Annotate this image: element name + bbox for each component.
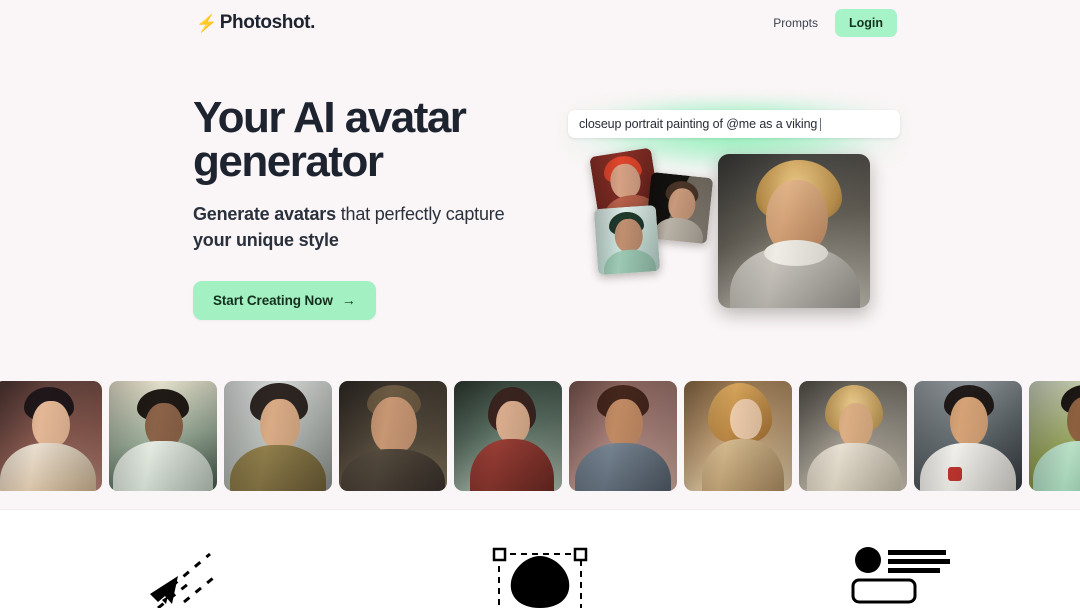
brand-logo[interactable]: ⚡ Photoshot. xyxy=(196,12,315,34)
hero-subtitle: Generate avatars that perfectly capture … xyxy=(193,201,513,254)
text-caret xyxy=(820,117,822,131)
face-art xyxy=(718,154,870,308)
prompt-input[interactable]: closeup portrait painting of @me as a vi… xyxy=(568,110,900,138)
send-plane-icon xyxy=(150,552,219,608)
login-button[interactable]: Login xyxy=(834,9,897,37)
source-photo-teal xyxy=(593,204,661,276)
cta-label: Start Creating Now xyxy=(213,292,333,308)
gallery-item-space-explorer-avatar[interactable] xyxy=(109,381,217,491)
gallery-item-athlete-portrait-avatar[interactable] xyxy=(914,381,1022,491)
brand-name: Photoshot. xyxy=(219,12,316,33)
gallery-item-golden-knight-avatar[interactable] xyxy=(799,381,907,491)
hero-copy: Your AI avatar generator Generate avatar… xyxy=(193,93,523,320)
generated-viking-portrait xyxy=(718,154,870,308)
hero-subtitle-mid: that perfectly capture xyxy=(335,204,505,225)
nav-link-prompts[interactable]: Prompts xyxy=(773,16,818,30)
gallery-item-rugged-man-avatar[interactable] xyxy=(339,381,447,491)
gallery-item-forest-mage-avatar[interactable] xyxy=(454,381,562,491)
header-nav: Prompts Login xyxy=(773,9,897,37)
page-root: ⚡ Photoshot. Prompts Login Your AI avata… xyxy=(0,0,1080,608)
section-divider xyxy=(0,509,1080,510)
profile-content-icon xyxy=(851,547,950,604)
site-header: ⚡ Photoshot. Prompts Login xyxy=(0,0,1080,46)
feature-item-content xyxy=(720,510,1080,608)
page-title: Your AI avatar generator xyxy=(193,93,467,186)
arrow-right-icon: → xyxy=(341,292,356,309)
gallery-item-scholar-glasses-avatar[interactable] xyxy=(569,381,677,491)
gallery-item-portrait-woman-avatar[interactable] xyxy=(224,381,332,491)
shape-selection-icon xyxy=(492,547,588,608)
gallery-item-elven-queen-avatar[interactable] xyxy=(684,381,792,491)
face-art xyxy=(593,204,661,276)
avatar-gallery-strip xyxy=(0,381,1080,491)
feature-item-shape xyxy=(360,510,720,608)
prompt-input-value: closeup portrait painting of @me as a vi… xyxy=(579,117,818,131)
bolt-icon: ⚡ xyxy=(196,13,217,33)
start-creating-button[interactable]: Start Creating Now → xyxy=(193,280,376,320)
hero-subtitle-bold-2: your unique style xyxy=(193,230,339,251)
hero-demo: closeup portrait painting of @me as a vi… xyxy=(552,92,912,362)
feature-item-send xyxy=(0,510,360,608)
hero-subtitle-bold-1: Generate avatars xyxy=(193,204,336,225)
gallery-item-footballer-avatar[interactable] xyxy=(1029,381,1080,491)
features-section xyxy=(0,510,1080,608)
gallery-item-samurai-warrior-avatar[interactable] xyxy=(0,381,102,491)
